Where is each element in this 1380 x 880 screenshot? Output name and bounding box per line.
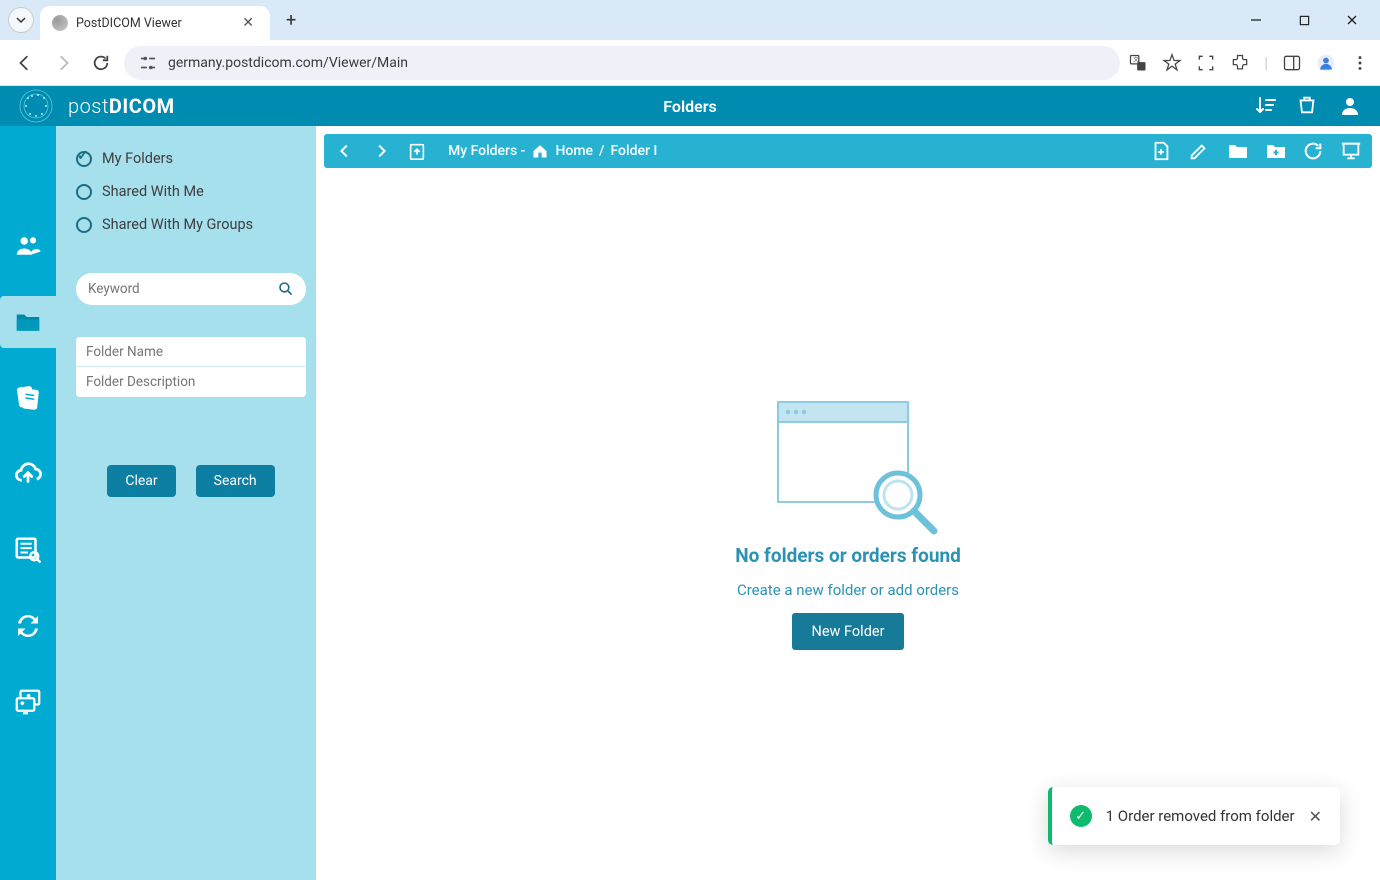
add-file-icon[interactable]	[1150, 140, 1172, 162]
radio-label: Shared With Me	[102, 183, 204, 200]
window-maximize-button[interactable]	[1284, 5, 1324, 35]
radio-unchecked-icon	[76, 184, 92, 200]
browser-reload-button[interactable]	[86, 48, 116, 78]
sidepanel-icon[interactable]	[1282, 53, 1302, 73]
keyword-search[interactable]	[76, 273, 306, 305]
app-header: postDICOM Folders	[0, 86, 1380, 126]
search-button[interactable]: Search	[196, 465, 275, 497]
rail-users-icon[interactable]	[8, 226, 48, 266]
tab-search-button[interactable]	[8, 7, 34, 33]
trash-icon[interactable]	[1296, 94, 1320, 118]
address-bar[interactable]: germany.postdicom.com/Viewer/Main	[124, 46, 1120, 80]
edit-pencil-icon[interactable]	[1188, 140, 1210, 162]
toolbar-back-button[interactable]	[334, 140, 356, 162]
search-icon[interactable]	[278, 281, 294, 297]
refresh-icon[interactable]	[1302, 140, 1324, 162]
folder-name-input[interactable]	[76, 337, 306, 367]
brand-logo-icon	[18, 88, 58, 124]
folder-solid-icon[interactable]	[1226, 140, 1248, 162]
browser-back-button[interactable]	[10, 48, 40, 78]
browser-forward-button[interactable]	[48, 48, 78, 78]
toast-close-button[interactable]: ✕	[1309, 807, 1322, 826]
sort-icon[interactable]	[1254, 94, 1278, 118]
tab-title: PostDICOM Viewer	[76, 16, 230, 31]
empty-title: No folders or orders found	[735, 544, 961, 567]
radio-label: Shared With My Groups	[102, 216, 253, 233]
browser-menu-icon[interactable]	[1350, 53, 1370, 73]
tab-favicon	[52, 15, 68, 31]
window-close-button[interactable]	[1332, 5, 1372, 35]
url-text: germany.postdicom.com/Viewer/Main	[168, 55, 1106, 71]
presentation-icon[interactable]	[1340, 140, 1362, 162]
page-title: Folders	[663, 97, 716, 116]
radio-label: My Folders	[102, 150, 173, 167]
empty-illustration-icon	[748, 390, 948, 530]
brand-text: postDICOM	[68, 94, 175, 118]
rail-folders-icon[interactable]	[0, 296, 56, 348]
radio-shared-with-me[interactable]: Shared With Me	[76, 183, 306, 200]
svg-text:文: 文	[1133, 55, 1139, 63]
rail-upload-cloud-icon[interactable]	[8, 454, 48, 494]
rail-documents-icon[interactable]	[8, 378, 48, 418]
new-folder-plus-icon[interactable]	[1264, 140, 1286, 162]
clear-button[interactable]: Clear	[107, 465, 175, 497]
main-area: My Folders - Home / Folder I	[316, 126, 1380, 880]
breadcrumb-separator: /	[599, 143, 604, 159]
radio-unchecked-icon	[76, 217, 92, 233]
folder-description-input[interactable]	[76, 367, 306, 397]
breadcrumb-current[interactable]: Folder I	[610, 143, 657, 159]
translate-icon[interactable]: 文	[1128, 53, 1148, 73]
new-tab-button[interactable]: +	[278, 6, 304, 35]
breadcrumb-home[interactable]: Home	[555, 143, 593, 159]
toolbar-up-button[interactable]	[406, 140, 428, 162]
home-icon[interactable]	[531, 142, 549, 160]
rail-sync-icon[interactable]	[8, 606, 48, 646]
radio-my-folders[interactable]: My Folders	[76, 150, 306, 167]
toast-notification: ✓ 1 Order removed from folder ✕	[1048, 787, 1340, 845]
side-panel: My Folders Shared With Me Shared With My…	[56, 126, 316, 880]
radio-checked-icon	[76, 151, 92, 167]
extensions-icon[interactable]	[1230, 53, 1250, 73]
empty-subtitle: Create a new folder or add orders	[737, 581, 959, 599]
window-minimize-button[interactable]	[1236, 5, 1276, 35]
window-titlebar: PostDICOM Viewer ✕ +	[0, 0, 1380, 40]
empty-state: No folders or orders found Create a new …	[324, 168, 1372, 872]
tab-close-button[interactable]: ✕	[238, 13, 258, 33]
toolbar-forward-button[interactable]	[370, 140, 392, 162]
breadcrumb: My Folders - Home / Folder I	[448, 142, 657, 160]
site-settings-icon[interactable]	[138, 53, 158, 73]
main-toolbar: My Folders - Home / Folder I	[324, 134, 1372, 168]
browser-tab[interactable]: PostDICOM Viewer ✕	[40, 6, 270, 40]
new-folder-button[interactable]: New Folder	[792, 613, 905, 650]
filter-group	[76, 337, 306, 397]
radio-shared-with-groups[interactable]: Shared With My Groups	[76, 216, 306, 233]
icon-rail	[0, 126, 56, 880]
corners-icon[interactable]	[1196, 53, 1216, 73]
rail-screens-icon[interactable]	[8, 682, 48, 722]
rail-list-search-icon[interactable]	[8, 530, 48, 570]
profile-icon[interactable]	[1316, 53, 1336, 73]
toast-message: 1 Order removed from folder	[1106, 807, 1295, 825]
success-check-icon: ✓	[1070, 805, 1092, 827]
user-icon[interactable]	[1338, 94, 1362, 118]
bookmark-star-icon[interactable]	[1162, 53, 1182, 73]
breadcrumb-root[interactable]: My Folders -	[448, 143, 525, 159]
keyword-input[interactable]	[88, 281, 278, 297]
browser-toolbar: germany.postdicom.com/Viewer/Main 文 |	[0, 40, 1380, 86]
